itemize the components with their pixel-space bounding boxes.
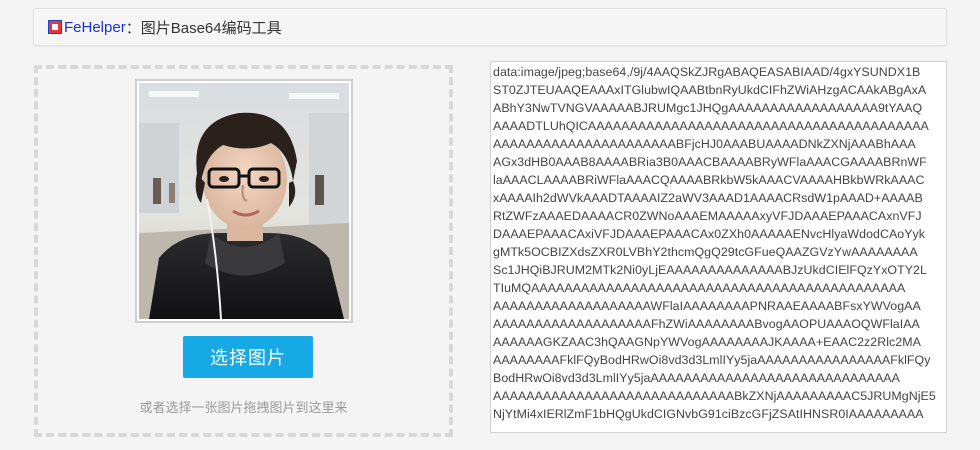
fehelper-logo-icon bbox=[48, 20, 62, 34]
drop-hint: 或者选择一张图片拖拽图片到这里来 bbox=[139, 400, 348, 415]
title-separator: ： bbox=[125, 19, 141, 37]
preview-photo bbox=[139, 83, 349, 319]
select-image-button[interactable]: 选择图片 bbox=[183, 336, 313, 378]
image-preview bbox=[135, 79, 353, 323]
base64-output[interactable]: data:image/jpeg;base64,/9j/4AAQSkZJRgABA… bbox=[490, 61, 947, 433]
image-drop-zone[interactable]: 选择图片 或者选择一张图片拖拽图片到这里来 bbox=[34, 65, 453, 437]
app-name[interactable]: FeHelper bbox=[64, 19, 126, 36]
app-header: FeHelper ： 图片Base64编码工具 bbox=[33, 8, 947, 46]
page-title: 图片Base64编码工具 bbox=[140, 19, 282, 37]
